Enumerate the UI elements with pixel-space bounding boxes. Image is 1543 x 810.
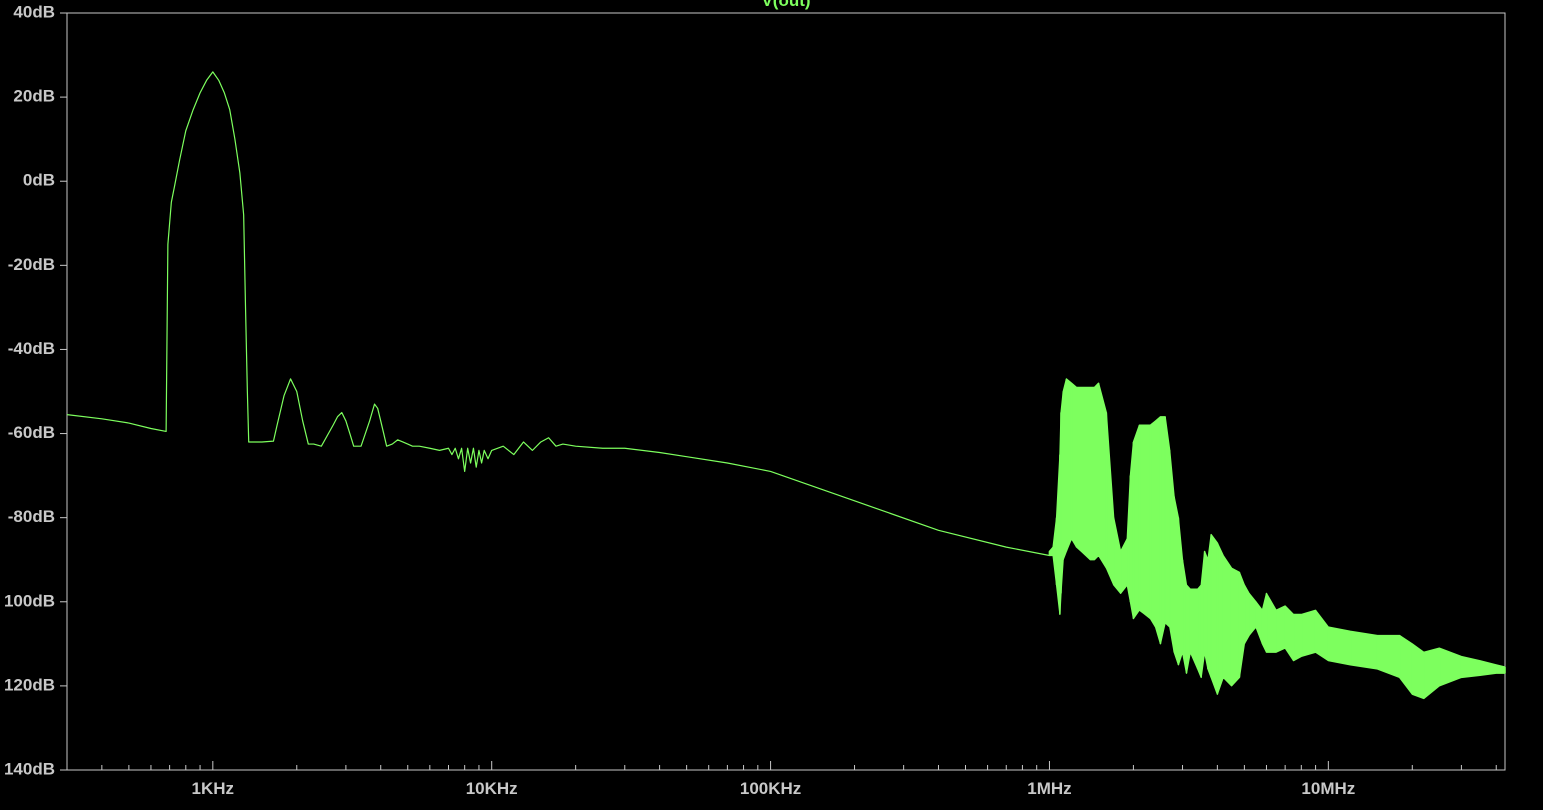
x-axis: 1KHz 10KHz 100KHz 1MHz 10MHz [66, 761, 1497, 798]
y-tick-label: 20dB [13, 87, 55, 106]
y-tick-label: -60dB [8, 423, 55, 442]
y-tick-label: 100dB [4, 591, 55, 610]
x-tick-label: 10KHz [466, 779, 518, 798]
bode-plot: V(out) 40dB 20dB 0dB -20dB -40dB -60dB -80dB 10… [0, 0, 1543, 810]
y-tick-label: -40dB [8, 339, 55, 358]
x-tick-label: 1MHz [1027, 779, 1071, 798]
chart-title: V(out) [761, 0, 810, 10]
y-tick-label: -20dB [8, 255, 55, 274]
y-tick-label: -80dB [8, 507, 55, 526]
plot-frame [66, 12, 1506, 771]
x-tick-label: 100KHz [740, 779, 801, 798]
y-tick-label: 40dB [13, 2, 55, 21]
x-tick-label: 1KHz [192, 779, 235, 798]
plot-traces [66, 71, 1506, 700]
y-tick-label: 140dB [4, 759, 55, 778]
vout-trace [66, 71, 1050, 557]
y-tick-label: 120dB [4, 675, 55, 694]
y-tick-label: 0dB [23, 171, 55, 190]
x-tick-label: 10MHz [1301, 779, 1355, 798]
plot-svg: V(out) 40dB 20dB 0dB -20dB -40dB -60dB -80dB 10… [4, 0, 1506, 798]
spectrum-band-trace [1048, 378, 1506, 700]
y-axis: 40dB 20dB 0dB -20dB -40dB -60dB -80dB 100dB 120d… [4, 2, 67, 778]
